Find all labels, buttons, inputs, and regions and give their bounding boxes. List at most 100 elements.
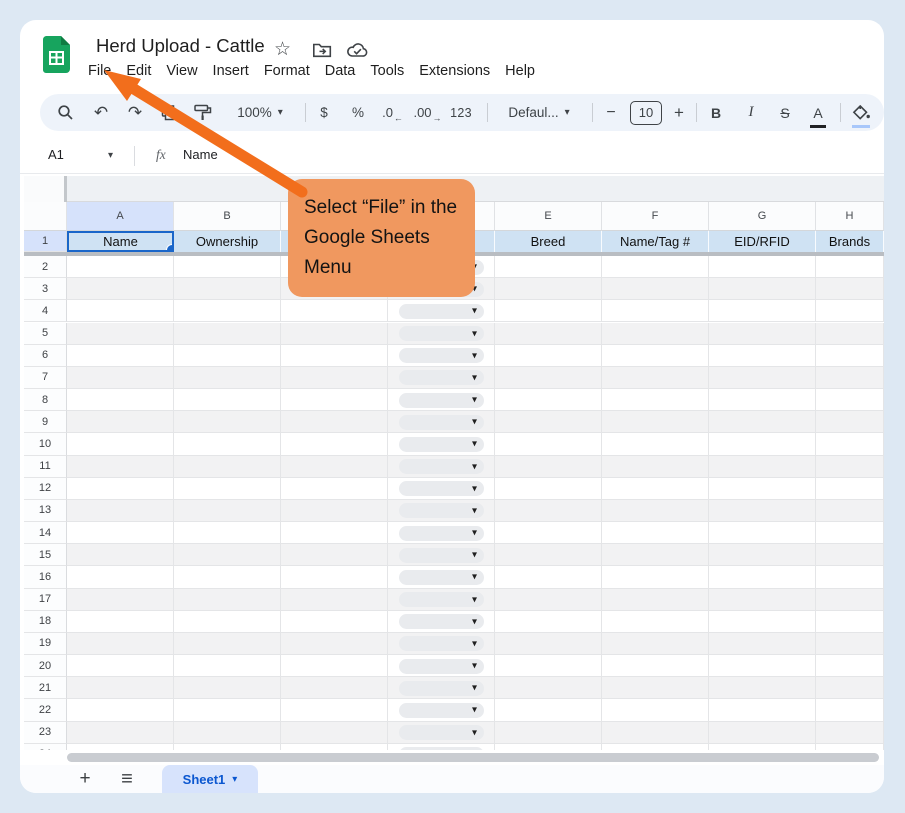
cell-H11[interactable]: [816, 456, 884, 478]
cell-A20[interactable]: [67, 655, 174, 677]
column-header-F[interactable]: F: [602, 202, 709, 231]
cell-F21[interactable]: [602, 677, 709, 699]
cell-F11[interactable]: [602, 456, 709, 478]
menu-item-tools[interactable]: Tools: [370, 63, 404, 83]
dropdown-chip[interactable]: ▾: [399, 570, 484, 585]
row-header-14[interactable]: 14: [24, 522, 67, 544]
cell-C6[interactable]: [281, 345, 388, 367]
zoom-select[interactable]: 100% ▾: [224, 94, 296, 131]
row-header-11[interactable]: 11: [24, 456, 67, 478]
cell-E21[interactable]: [495, 677, 602, 699]
cell-D14[interactable]: ▾: [388, 522, 495, 544]
cell-E13[interactable]: [495, 500, 602, 522]
cell-F17[interactable]: [602, 589, 709, 611]
cell-A15[interactable]: [67, 544, 174, 566]
cell-F5[interactable]: [602, 323, 709, 345]
cell-B15[interactable]: [174, 544, 281, 566]
dropdown-chip[interactable]: ▾: [399, 725, 484, 740]
cell-G23[interactable]: [709, 722, 816, 744]
cell-H7[interactable]: [816, 367, 884, 389]
cell-E9[interactable]: [495, 411, 602, 433]
fill-handle[interactable]: [166, 244, 174, 252]
cell-E17[interactable]: [495, 589, 602, 611]
cell-G17[interactable]: [709, 589, 816, 611]
cell-D12[interactable]: ▾: [388, 478, 495, 500]
cell-E15[interactable]: [495, 544, 602, 566]
cell-D13[interactable]: ▾: [388, 500, 495, 522]
cell-B20[interactable]: [174, 655, 281, 677]
cell-B13[interactable]: [174, 500, 281, 522]
cell-F3[interactable]: [602, 278, 709, 300]
menu-item-format[interactable]: Format: [264, 63, 310, 83]
cell-E3[interactable]: [495, 278, 602, 300]
cell-B7[interactable]: [174, 367, 281, 389]
bold-button[interactable]: B: [704, 94, 728, 131]
cell-G1[interactable]: EID/RFID: [709, 231, 816, 252]
chevron-down-icon[interactable]: ▾: [108, 150, 113, 161]
cell-F22[interactable]: [602, 699, 709, 721]
cell-A23[interactable]: [67, 722, 174, 744]
dropdown-chip[interactable]: ▾: [399, 348, 484, 363]
strikethrough-button[interactable]: S: [773, 94, 797, 131]
cell-H22[interactable]: [816, 699, 884, 721]
dropdown-chip[interactable]: ▾: [399, 592, 484, 607]
horizontal-scrollbar-thumb[interactable]: [67, 753, 879, 762]
cell-C21[interactable]: [281, 677, 388, 699]
cell-G16[interactable]: [709, 566, 816, 588]
paint-format-button[interactable]: [191, 94, 215, 131]
row-header-9[interactable]: 9: [24, 411, 67, 433]
cell-F16[interactable]: [602, 566, 709, 588]
dropdown-chip[interactable]: ▾: [399, 326, 484, 341]
add-sheet-button[interactable]: +: [71, 765, 99, 793]
row-header-5[interactable]: 5: [24, 323, 67, 345]
cell-A18[interactable]: [67, 611, 174, 633]
cell-H9[interactable]: [816, 411, 884, 433]
cell-F14[interactable]: [602, 522, 709, 544]
dropdown-chip[interactable]: ▾: [399, 614, 484, 629]
row-header-20[interactable]: 20: [24, 655, 67, 677]
cell-G12[interactable]: [709, 478, 816, 500]
search-button[interactable]: [53, 94, 77, 131]
row-header-22[interactable]: 22: [24, 699, 67, 721]
cell-G7[interactable]: [709, 367, 816, 389]
cell-C20[interactable]: [281, 655, 388, 677]
cell-H19[interactable]: [816, 633, 884, 655]
cell-G5[interactable]: [709, 323, 816, 345]
cell-H18[interactable]: [816, 611, 884, 633]
row-header-23[interactable]: 23: [24, 722, 67, 744]
cell-D4[interactable]: ▾: [388, 300, 495, 322]
dropdown-chip[interactable]: ▾: [399, 415, 484, 430]
row-header-15[interactable]: 15: [24, 544, 67, 566]
cell-A17[interactable]: [67, 589, 174, 611]
print-button[interactable]: [157, 94, 181, 131]
cell-H17[interactable]: [816, 589, 884, 611]
cell-D8[interactable]: ▾: [388, 389, 495, 411]
font-size-input[interactable]: 10: [630, 94, 662, 131]
cell-A13[interactable]: [67, 500, 174, 522]
dropdown-chip[interactable]: ▾: [399, 481, 484, 496]
cell-F15[interactable]: [602, 544, 709, 566]
column-header-A[interactable]: A: [67, 202, 174, 231]
cell-D15[interactable]: ▾: [388, 544, 495, 566]
cell-B11[interactable]: [174, 456, 281, 478]
column-header-B[interactable]: B: [174, 202, 281, 231]
cell-F12[interactable]: [602, 478, 709, 500]
cell-A8[interactable]: [67, 389, 174, 411]
cell-C4[interactable]: [281, 300, 388, 322]
cell-G11[interactable]: [709, 456, 816, 478]
row-header-19[interactable]: 19: [24, 633, 67, 655]
row-header-6[interactable]: 6: [24, 345, 67, 367]
row-header-12[interactable]: 12: [24, 478, 67, 500]
row-header-17[interactable]: 17: [24, 589, 67, 611]
cell-H8[interactable]: [816, 389, 884, 411]
row-header-2[interactable]: 2: [24, 256, 67, 278]
redo-button[interactable]: ↷: [123, 94, 147, 131]
cell-F2[interactable]: [602, 256, 709, 278]
cell-E22[interactable]: [495, 699, 602, 721]
dropdown-chip[interactable]: ▾: [399, 526, 484, 541]
row-header-7[interactable]: 7: [24, 367, 67, 389]
cell-E8[interactable]: [495, 389, 602, 411]
cell-D21[interactable]: ▾: [388, 677, 495, 699]
format-percent-button[interactable]: %: [346, 94, 370, 131]
column-header-G[interactable]: G: [709, 202, 816, 231]
